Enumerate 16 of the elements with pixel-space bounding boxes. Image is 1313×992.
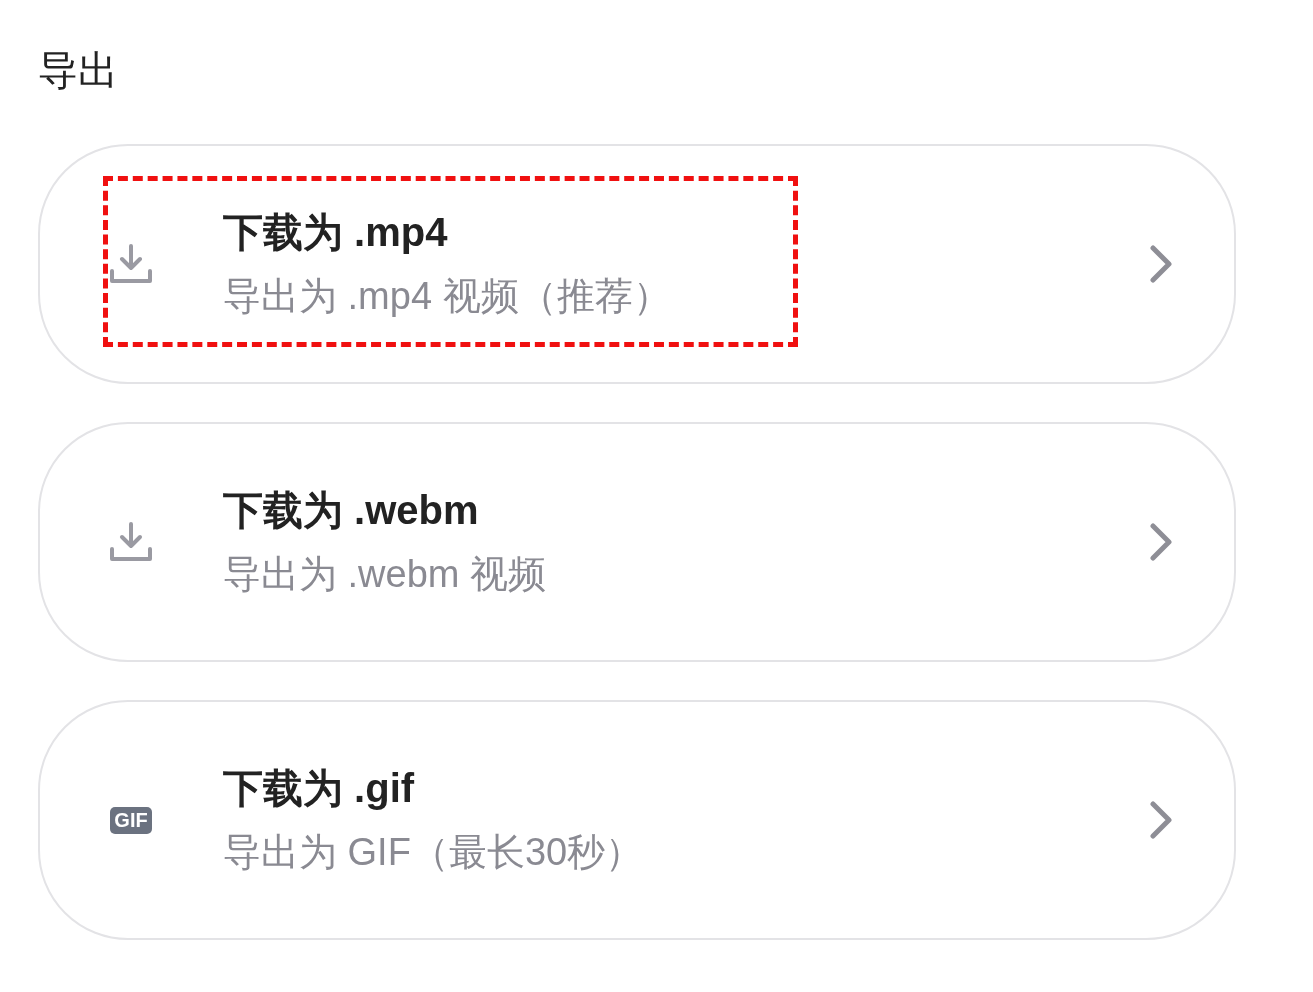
export-option[interactable]: 下载为 .webm 导出为 .webm 视频 [38, 422, 1236, 662]
chevron-right-icon [1150, 245, 1172, 283]
option-title: 下载为 .webm [223, 487, 480, 534]
chevron-right-icon [1150, 801, 1172, 839]
option-subtitle: 导出为 GIF（最长30秒） [223, 830, 645, 875]
download-icon [109, 243, 153, 285]
chevron-right-icon [1150, 523, 1172, 561]
option-subtitle: 导出为 .webm 视频 [223, 552, 548, 597]
download-icon [109, 521, 153, 563]
option-title: 下载为 .gif [223, 765, 416, 812]
export-option[interactable]: 下载为 .mp4 导出为 .mp4 视频（推荐） [38, 144, 1236, 384]
option-subtitle: 导出为 .mp4 视频（推荐） [223, 274, 672, 319]
gif-badge: GIF [110, 806, 152, 834]
option-title: 下载为 .mp4 [223, 209, 449, 256]
section-title: 导出 [38, 47, 119, 94]
export-option[interactable]: GIF 下载为 .gif 导出为 GIF（最长30秒） [38, 700, 1236, 940]
